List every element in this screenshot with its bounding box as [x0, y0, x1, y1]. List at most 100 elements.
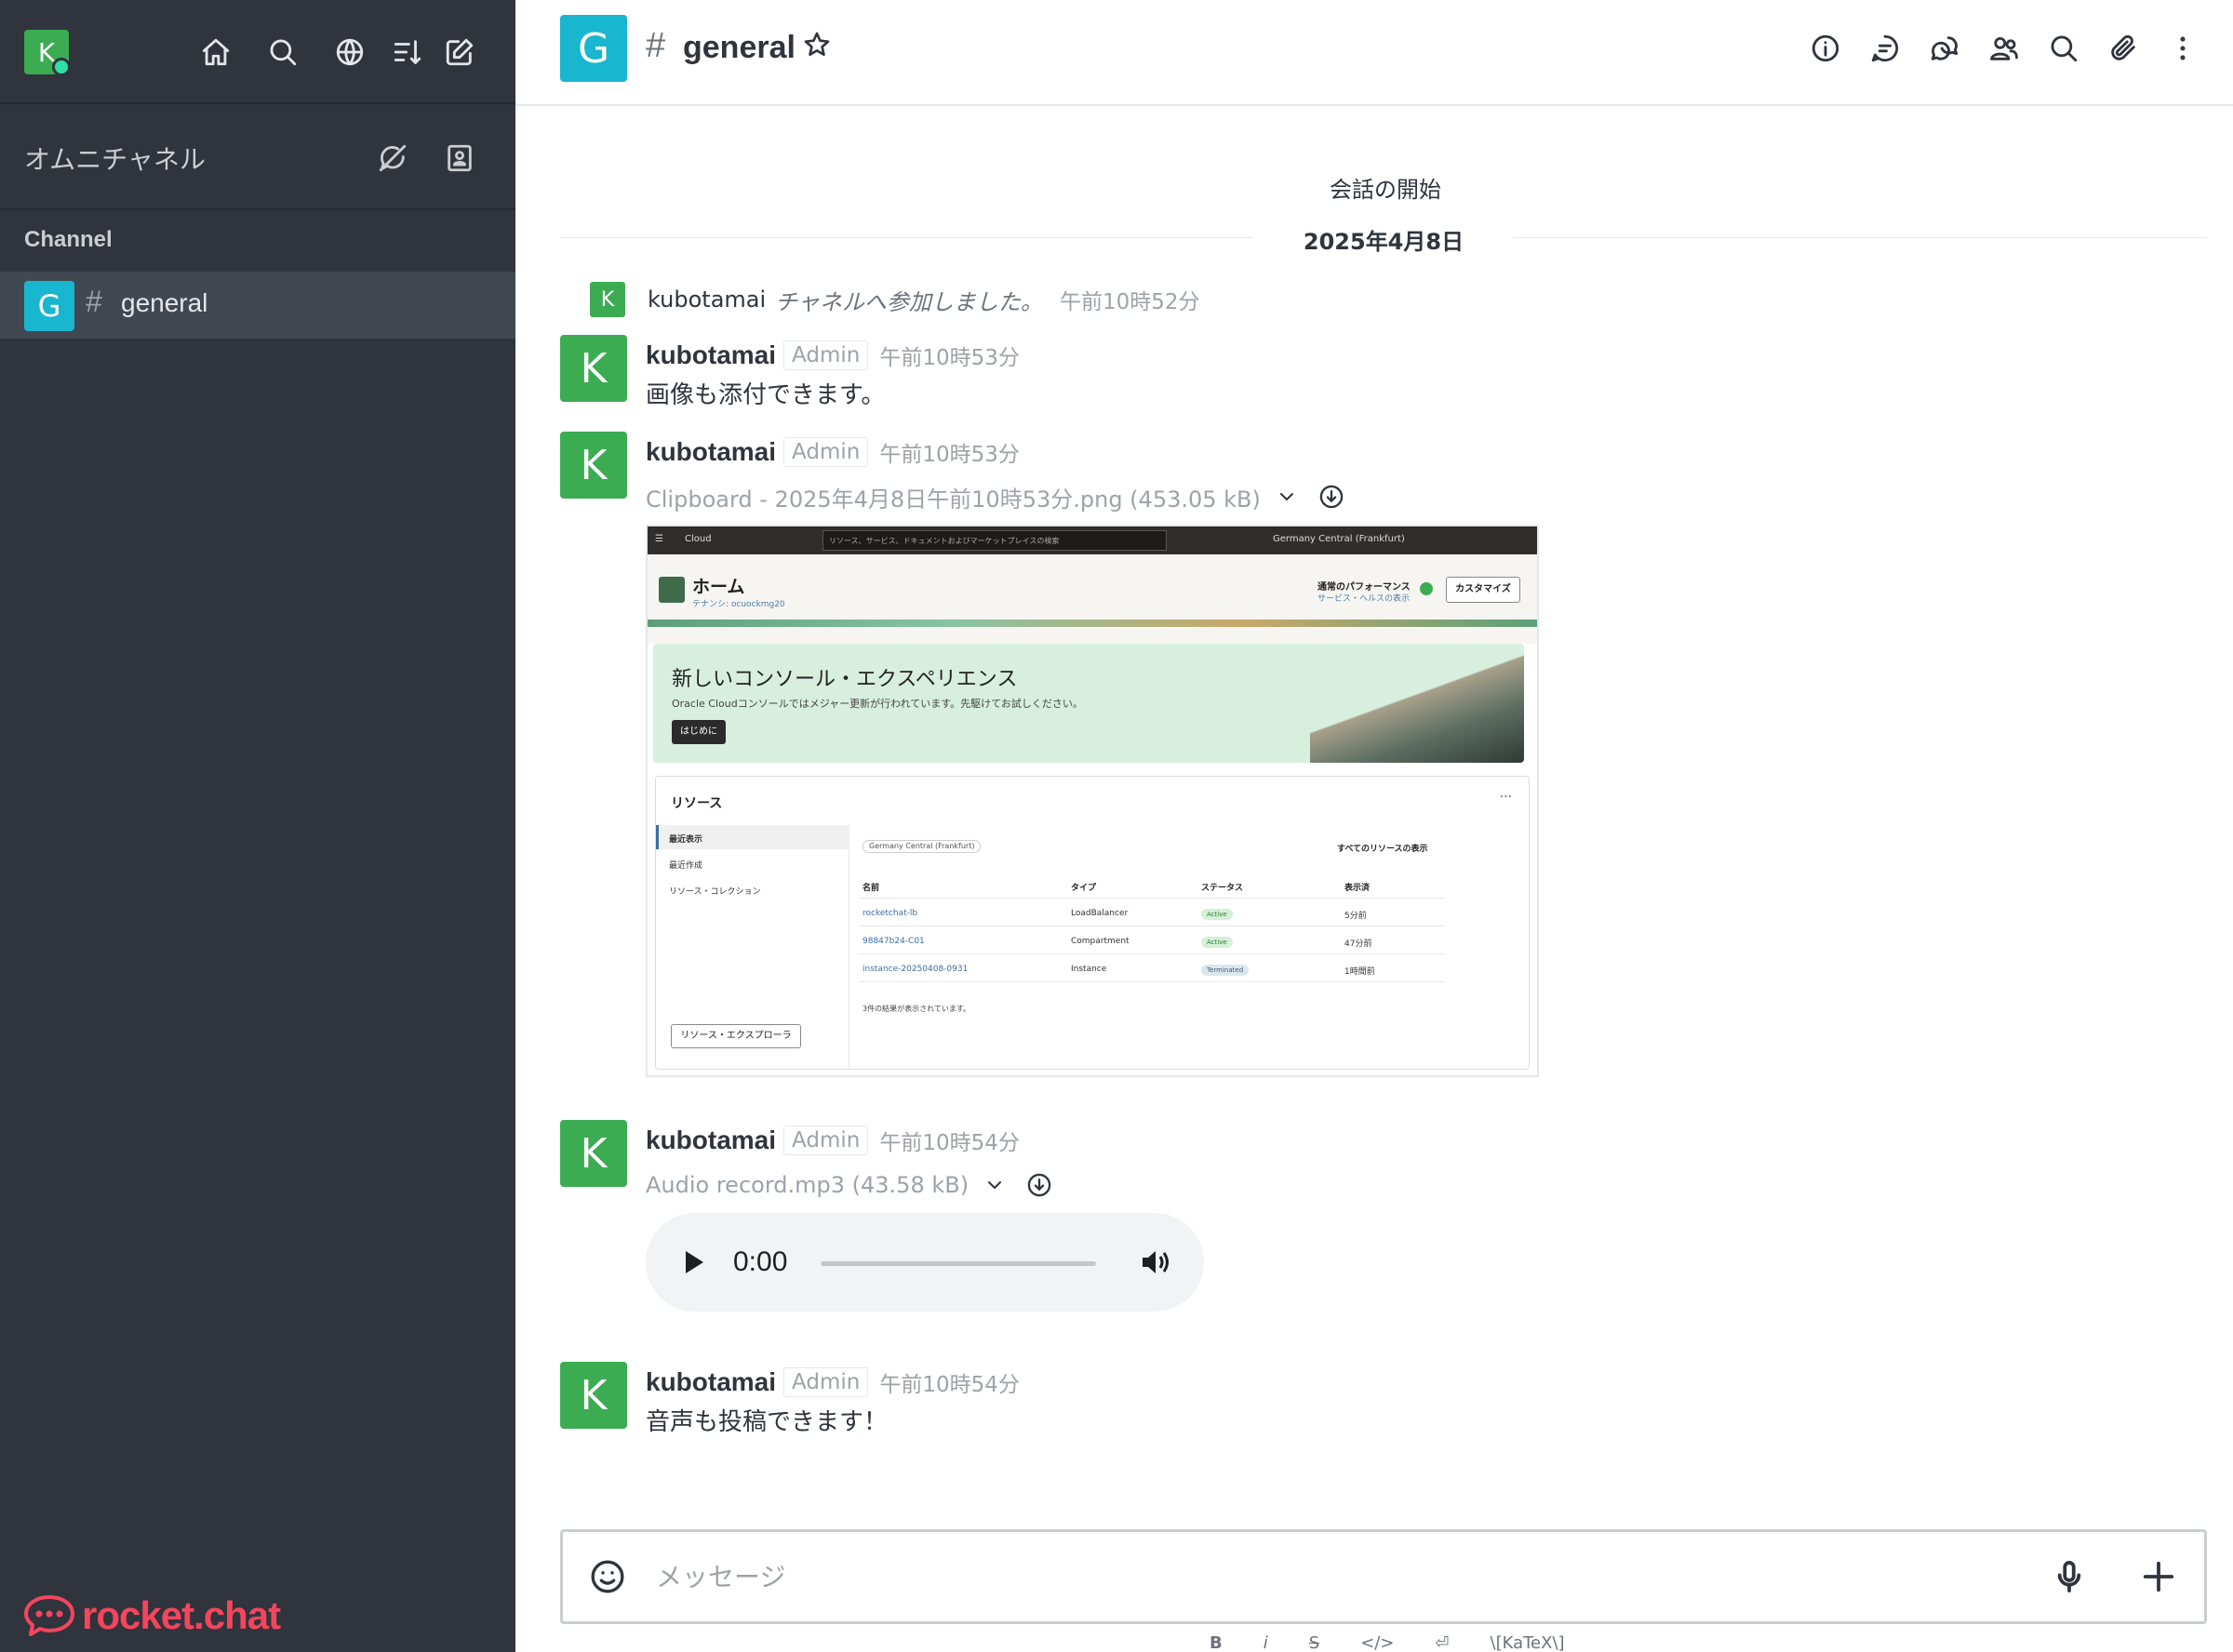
chevron-down-icon[interactable] — [1276, 486, 1298, 508]
plus-icon[interactable] — [2141, 1558, 2178, 1597]
avatar[interactable]: K — [590, 282, 625, 317]
image-resources-title: リソース — [671, 796, 723, 811]
room-avatar[interactable]: G — [560, 15, 627, 82]
chevron-down-icon[interactable] — [983, 1174, 1006, 1196]
channel-section-title: Channel — [24, 227, 113, 252]
message-username[interactable]: kubotamai — [646, 340, 776, 370]
message-input[interactable] — [656, 1554, 1996, 1599]
message-time: 午前10時53分 — [879, 443, 1020, 467]
image-side-item: 最近作成 — [669, 861, 703, 871]
image-banner-decoration — [1310, 644, 1524, 763]
date-divider: 2025年4月8日 — [560, 223, 2207, 255]
files-paperclip-icon[interactable] — [2105, 30, 2142, 67]
channel-hash-icon: # — [86, 285, 102, 318]
room-info-icon[interactable] — [1807, 30, 1844, 67]
image-side-item: 最近表示 — [669, 835, 703, 845]
threads-icon[interactable] — [1866, 30, 1904, 67]
search-icon[interactable] — [264, 33, 301, 71]
audio-player: 0:00 — [646, 1213, 1204, 1312]
image-search-text: リソース、サービス、ドキュメントおよびマーケットプレイスの検索 — [829, 537, 1060, 545]
avatar[interactable]: K — [560, 1120, 627, 1187]
avatar[interactable]: K — [560, 335, 627, 402]
image-col-header: 名前 — [862, 884, 880, 893]
microphone-icon[interactable] — [2052, 1558, 2089, 1597]
image-perf-title: 通常のパフォーマンス — [1317, 582, 1411, 593]
system-message-user[interactable]: kubotamai — [648, 286, 766, 313]
formatting-toolbar: B i S </> ⏎ \[KaTeX\] — [1210, 1633, 1565, 1652]
message-item[interactable]: K kubotamai Admin 午前10時54分 Audio record.… — [560, 1120, 2207, 1325]
room-header: G # general — [515, 0, 2233, 106]
create-new-icon[interactable] — [441, 33, 478, 71]
image-cell: 98847b24-C01 — [862, 937, 925, 946]
date-label: 2025年4月8日 — [1303, 229, 1464, 255]
image-side-item: リソース・コレクション — [669, 887, 761, 897]
volume-icon[interactable] — [1141, 1248, 1172, 1276]
image-cell: rocketchat-lb — [862, 909, 918, 918]
discussions-icon[interactable] — [1926, 30, 1963, 67]
audio-progress-slider[interactable] — [821, 1261, 1096, 1266]
avatar[interactable]: K — [560, 432, 627, 499]
image-cell: 5分前 — [1344, 912, 1367, 921]
image-resources-panel: リソース ··· 最近表示 最近作成 リソース・コレクション リソース・エクスプ… — [655, 776, 1530, 1070]
attachment-row: Clipboard - 2025年4月8日午前10時53分.png (453.0… — [646, 480, 1344, 513]
image-cell: 47分前 — [1344, 939, 1372, 949]
message-username[interactable]: kubotamai — [646, 1367, 776, 1397]
image-perf-link: サービス・ヘルスの表示 — [1317, 594, 1411, 604]
home-icon[interactable] — [197, 33, 234, 71]
sidebar-topbar: K — [0, 0, 515, 104]
message-item[interactable]: K kubotamai Admin 午前10時53分 Clipboard - 2… — [560, 432, 2207, 1083]
image-col-header: ステータス — [1201, 884, 1244, 893]
message-header: kubotamai Admin 午前10時54分 — [646, 1124, 1020, 1157]
kebab-menu-icon[interactable] — [2164, 30, 2201, 67]
strike-format-button[interactable]: S — [1309, 1633, 1319, 1652]
search-messages-icon[interactable] — [2045, 30, 2082, 67]
image-more-icon: ··· — [1499, 790, 1512, 805]
avatar[interactable]: K — [560, 1362, 627, 1429]
members-icon[interactable] — [1986, 30, 2023, 67]
directory-globe-icon[interactable] — [331, 33, 368, 71]
image-view-all: すべてのリソースの表示 — [1337, 845, 1428, 854]
code-format-button[interactable]: </> — [1360, 1633, 1394, 1652]
image-row-line — [859, 953, 1445, 954]
bold-format-button[interactable]: B — [1210, 1633, 1223, 1652]
omnichannel-unavailable-icon[interactable] — [374, 140, 411, 177]
image-status-pill: Terminated — [1201, 965, 1250, 976]
role-badge: Admin — [783, 437, 869, 467]
system-message-text: チャネルへ参加しました。 — [775, 288, 1043, 315]
conversation-start-label: 会話の開始 — [1330, 177, 1441, 203]
image-customize-button: カスタマイズ — [1446, 577, 1520, 603]
image-region-tag: Germany Central (Frankfurt) — [862, 840, 982, 853]
message-composer — [560, 1529, 2207, 1624]
message-item[interactable]: K kubotamai Admin 午前10時54分 音声も投稿できます！ — [560, 1362, 2207, 1436]
emoji-icon[interactable] — [589, 1558, 628, 1597]
role-badge: Admin — [783, 340, 869, 370]
sidebar-item-general[interactable]: G # general — [0, 272, 515, 339]
attached-image[interactable]: ☰ Cloud リソース、サービス、ドキュメントおよびマーケットプレイスの検索 … — [646, 525, 1539, 1077]
download-icon[interactable] — [1318, 484, 1344, 510]
message-username[interactable]: kubotamai — [646, 437, 776, 467]
role-badge: Admin — [783, 1126, 869, 1155]
image-explorer-button: リソース・エクスプローラ — [671, 1024, 801, 1048]
message-item[interactable]: K kubotamai Admin 午前10時53分 画像も添付できます。 — [560, 335, 2207, 409]
multiline-format-button[interactable]: ⏎ — [1435, 1633, 1449, 1652]
message-time: 午前10時54分 — [879, 1131, 1020, 1155]
sort-icon[interactable] — [389, 33, 426, 71]
omnichannel-section: オムニチャネル — [0, 106, 515, 210]
favorite-star-icon[interactable] — [802, 30, 836, 63]
play-icon[interactable] — [683, 1250, 705, 1274]
download-icon[interactable] — [1026, 1172, 1052, 1198]
brand-text: rocket.chat — [82, 1593, 281, 1637]
image-color-band — [648, 620, 1537, 627]
attachment-name[interactable]: Clipboard - 2025年4月8日午前10時53分.png (453.0… — [646, 481, 1261, 513]
image-col-header: タイプ — [1071, 884, 1097, 893]
audio-time: 0:00 — [733, 1246, 788, 1277]
message-time: 午前10時54分 — [879, 1373, 1020, 1397]
message-username[interactable]: kubotamai — [646, 1126, 776, 1155]
rocket-chat-logo-icon — [24, 1595, 74, 1636]
katex-format-button[interactable]: \[KaTeX\] — [1491, 1633, 1565, 1652]
contact-center-icon[interactable] — [441, 140, 478, 177]
image-col-header: 表示済 — [1344, 884, 1371, 893]
system-message: K kubotamai チャネルへ参加しました。 午前10時52分 — [590, 281, 1199, 318]
attachment-name[interactable]: Audio record.mp3 (43.58 kB) — [646, 1172, 969, 1198]
italic-format-button[interactable]: i — [1264, 1633, 1268, 1652]
